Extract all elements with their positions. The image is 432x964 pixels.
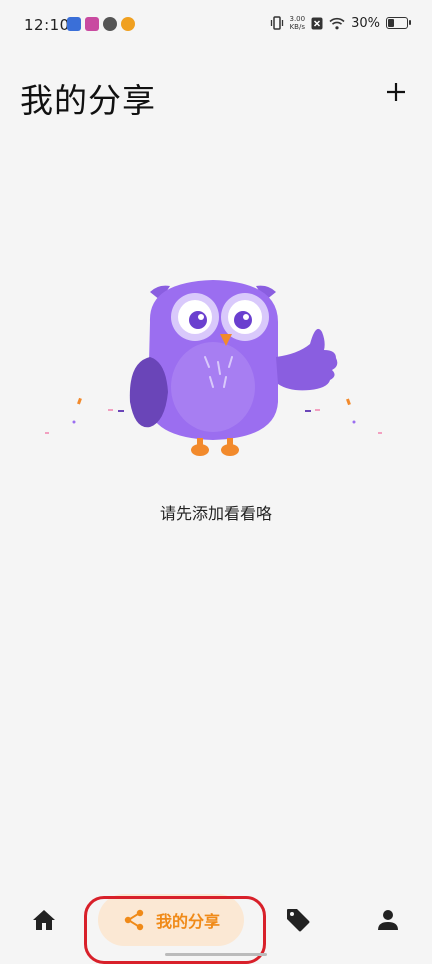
- app-notification-icon: [103, 17, 117, 31]
- bottom-nav: 我的分享: [0, 880, 432, 964]
- home-icon: [33, 910, 55, 930]
- status-time: 12:10: [24, 16, 70, 34]
- notification-icons: [67, 17, 135, 31]
- nav-my-share-label: 我的分享: [155, 912, 220, 931]
- app-notification-icon: [85, 17, 99, 31]
- page-title: 我的分享: [20, 81, 156, 120]
- owl-illustration: [45, 280, 382, 456]
- nav-tags[interactable]: [278, 894, 318, 946]
- weibo-icon: [121, 17, 135, 31]
- status-right: 3.00 KB/s 30%: [270, 15, 411, 31]
- add-button[interactable]: [376, 72, 416, 112]
- empty-state-message: 请先添加看看咯: [159, 504, 272, 523]
- status-bar: 12:10 3.00 KB/s 30%: [0, 0, 432, 52]
- battery-icon: [386, 17, 411, 29]
- header: 我的分享: [0, 70, 432, 120]
- battery-percent: 30%: [351, 15, 380, 31]
- sim-off-icon: [311, 17, 323, 29]
- nav-my-share[interactable]: 我的分享: [98, 894, 244, 946]
- nav-home[interactable]: [24, 894, 64, 946]
- person-icon: [378, 910, 398, 930]
- plus-icon: [387, 83, 405, 101]
- vibrate-icon: [270, 16, 283, 30]
- wifi-icon: [329, 17, 345, 29]
- nav-profile[interactable]: [368, 894, 408, 946]
- tag-icon: [287, 909, 310, 932]
- app-notification-icon: [67, 17, 81, 31]
- share-icon: [124, 909, 144, 931]
- home-indicator[interactable]: [165, 953, 267, 956]
- net-speed: 3.00 KB/s: [289, 15, 306, 31]
